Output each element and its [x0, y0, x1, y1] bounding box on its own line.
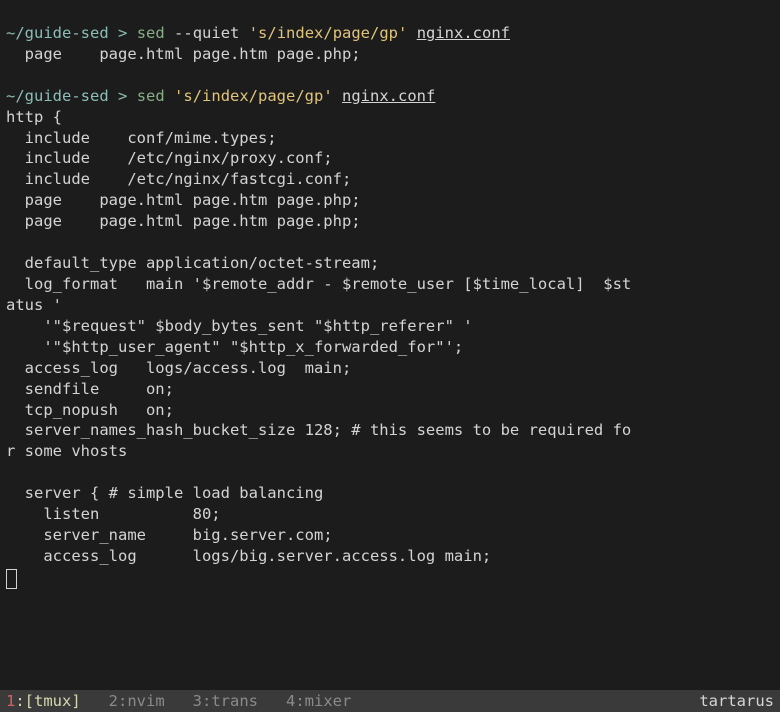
tmux-hostname: tartarus: [699, 691, 774, 712]
output-line: http {: [6, 108, 62, 126]
output-line: r some vhosts: [6, 442, 127, 460]
output-line: listen 80;: [6, 505, 221, 523]
command-string: 's/index/page/gp': [174, 87, 333, 105]
command-name: sed: [137, 87, 165, 105]
prompt-separator: >: [118, 24, 127, 42]
output-line: include conf/mime.types;: [6, 129, 277, 147]
cursor: [6, 569, 17, 589]
output-line: server_names_hash_bucket_size 128; # thi…: [6, 421, 631, 439]
output-line: access_log logs/access.log main;: [6, 359, 351, 377]
tmux-statusbar: 1:[tmux] 2:nvim 3:trans 4:mixer tartarus: [0, 690, 780, 712]
window-number: 1: [6, 692, 15, 710]
prompt-separator: >: [118, 87, 127, 105]
tmux-window-2[interactable]: 2:nvim: [109, 691, 165, 712]
output-line: include /etc/nginx/proxy.conf;: [6, 149, 333, 167]
command-arg: nginx.conf: [342, 87, 435, 105]
output-line: server_name big.server.com;: [6, 526, 333, 544]
output-line: log_format main '$remote_addr - $remote_…: [6, 275, 631, 293]
command-string: 's/index/page/gp': [249, 24, 408, 42]
prompt-path: ~/guide-sed: [6, 87, 109, 105]
command-arg: nginx.conf: [417, 24, 510, 42]
output-line: tcp_nopush on;: [6, 401, 174, 419]
tmux-window-4[interactable]: 4:mixer: [286, 691, 351, 712]
output-line: default_type application/octet-stream;: [6, 254, 379, 272]
tmux-window-3[interactable]: 3:trans: [193, 691, 258, 712]
command-name: sed: [137, 24, 165, 42]
output-line: '"$request" $body_bytes_sent "$http_refe…: [6, 317, 473, 335]
prompt-line-1: ~/guide-sed > sed --quiet 's/index/page/…: [6, 24, 510, 42]
command-flag: --quiet: [174, 24, 239, 42]
output-line: '"$http_user_agent" "$http_x_forwarded_f…: [6, 338, 463, 356]
tmux-window-1[interactable]: 1:[tmux]: [6, 691, 81, 712]
output-line: server { # simple load balancing: [6, 484, 323, 502]
output-line: sendfile on;: [6, 380, 174, 398]
output-line: atus ': [6, 296, 62, 314]
output-line: page page.html page.htm page.php;: [6, 45, 361, 63]
prompt-path: ~/guide-sed: [6, 24, 109, 42]
output-line: page page.html page.htm page.php;: [6, 212, 361, 230]
terminal-output[interactable]: ~/guide-sed > sed --quiet 's/index/page/…: [0, 0, 780, 690]
prompt-line-2: ~/guide-sed > sed 's/index/page/gp' ngin…: [6, 87, 435, 105]
window-name-active: :[tmux]: [15, 692, 80, 710]
output-line: page page.html page.htm page.php;: [6, 191, 361, 209]
output-line: access_log logs/big.server.access.log ma…: [6, 547, 491, 565]
output-line: include /etc/nginx/fastcgi.conf;: [6, 170, 351, 188]
